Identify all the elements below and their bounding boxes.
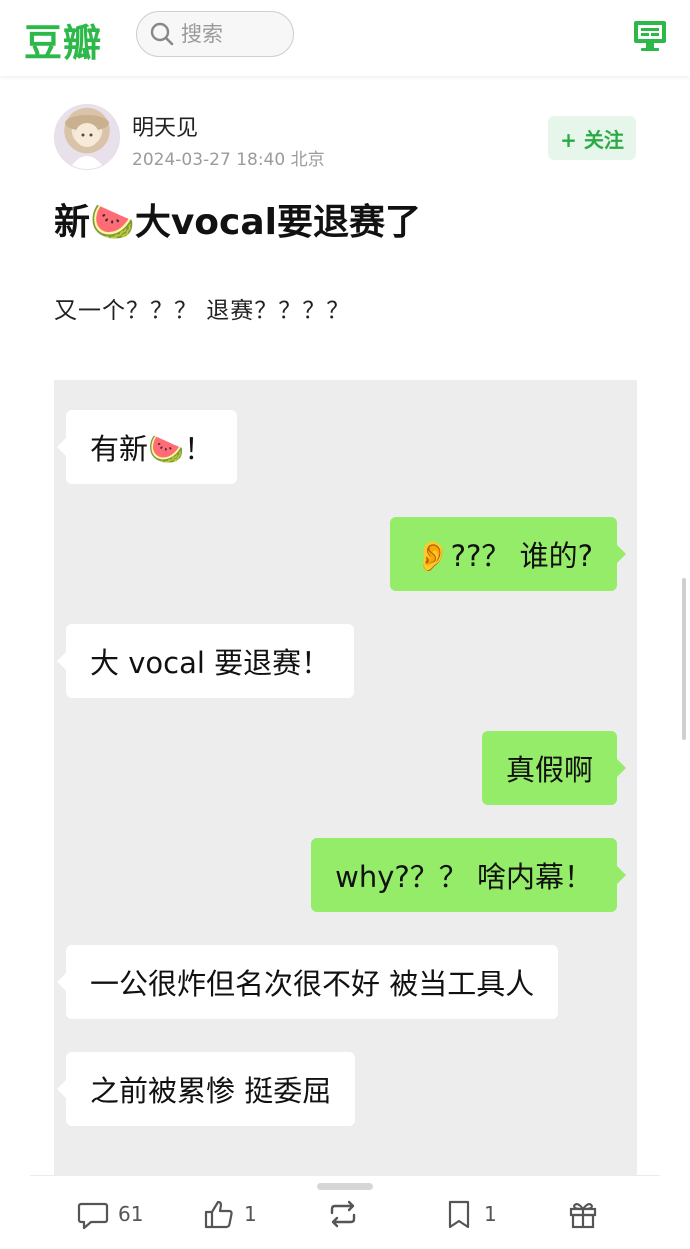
top-bar: 豆瓣: [0, 0, 690, 76]
gift-button[interactable]: [566, 1196, 608, 1232]
search-input[interactable]: [181, 20, 281, 48]
chat-bubble: 之前被累惨 挺委屈: [56, 1052, 356, 1126]
search-icon: [150, 22, 174, 46]
follow-button[interactable]: + 关注: [548, 116, 636, 160]
avatar-illustration-icon: [65, 115, 109, 169]
comment-button[interactable]: 61: [76, 1196, 143, 1232]
chat-bubble: 真假啊: [481, 731, 627, 805]
chat-bubble: why?？？ 啥内幕！: [311, 838, 626, 912]
user-avatar[interactable]: [54, 104, 120, 170]
thumbs-up-icon: [204, 1200, 233, 1229]
post-body: 又一个？？？ 退赛？？？？: [54, 298, 351, 324]
collect-count: 1: [484, 1202, 497, 1226]
repost-icon: [330, 1200, 356, 1228]
like-button[interactable]: 1: [202, 1196, 257, 1232]
douban-logo[interactable]: 豆瓣: [24, 12, 102, 67]
comment-count: 61: [118, 1202, 144, 1226]
chat-bubble: 大 vocal 要退赛！: [56, 624, 355, 698]
chat-bubble: 一公很炸但名次很不好 被当工具人: [56, 945, 559, 1019]
comment-icon: [77, 1202, 109, 1230]
drag-handle[interactable]: [317, 1183, 373, 1190]
search-box[interactable]: [136, 11, 294, 57]
scrollbar[interactable]: [682, 578, 686, 740]
chat-bubble: 有新🍉！: [56, 410, 238, 484]
post-meta: 2024-03-27 18:40 北京: [132, 145, 325, 170]
like-count: 1: [244, 1202, 257, 1226]
collect-button[interactable]: 1: [442, 1196, 497, 1232]
gift-icon: [569, 1203, 597, 1229]
repost-button[interactable]: [326, 1196, 368, 1232]
bookmark-icon: [448, 1200, 470, 1229]
username[interactable]: 明天见: [132, 110, 198, 142]
chat-bubble: 👂??？ 谁的?: [390, 517, 626, 591]
post-title: 新🍉大vocal要退赛了: [54, 202, 421, 243]
post-location: 北京: [290, 150, 325, 170]
post-timestamp: 2024-03-27 18:40: [132, 150, 286, 170]
desktop-screen-icon[interactable]: [632, 18, 668, 52]
chat-screenshot[interactable]: 有新🍉！ 👂??？ 谁的? 大 vocal 要退赛！ 真假啊 why?？？ 啥内…: [54, 380, 637, 1180]
